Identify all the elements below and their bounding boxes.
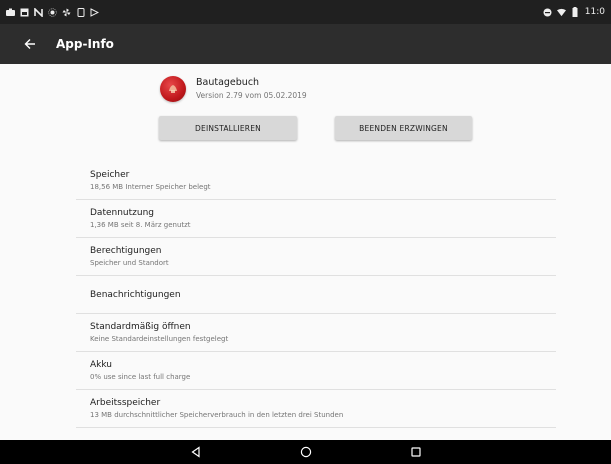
setting-title: Arbeitsspeicher — [90, 398, 161, 408]
setting-item-battery[interactable]: Akku 0% use since last full charge — [76, 352, 556, 390]
setting-item-memory[interactable]: Arbeitsspeicher 13 MB durchschnittlicher… — [76, 390, 556, 428]
setting-item-open-by-default[interactable]: Standardmäßig öffnen Keine Standardeinst… — [76, 314, 556, 352]
circle-home-icon — [300, 443, 312, 462]
n-icon — [34, 7, 43, 17]
setting-item-notifications[interactable]: Benachrichtigungen — [76, 276, 556, 314]
status-bar: 11:0 — [0, 0, 611, 24]
notification-icons — [6, 7, 99, 17]
back-button[interactable] — [10, 24, 50, 64]
battery-icon — [571, 7, 580, 17]
nav-recents-button[interactable] — [386, 440, 446, 464]
image-icon — [20, 8, 29, 17]
app-logo-icon — [160, 76, 186, 102]
phone-icon — [76, 7, 85, 17]
navigation-bar — [0, 440, 611, 464]
app-name: Bautagebuch — [196, 77, 260, 88]
page-title: App-Info — [56, 37, 114, 51]
settings-list: Speicher 18,56 MB Interner Speicher bele… — [76, 162, 556, 428]
setting-item-storage[interactable]: Speicher 18,56 MB Interner Speicher bele… — [76, 162, 556, 200]
setting-subtitle: 18,56 MB Interner Speicher belegt — [90, 183, 211, 191]
uninstall-button[interactable]: DEINSTALLIEREN — [159, 116, 297, 140]
app-bar: App-Info — [0, 24, 611, 64]
system-icons: 11:0 — [543, 7, 605, 17]
nav-back-button[interactable] — [166, 440, 226, 464]
setting-subtitle: 0% use since last full charge — [90, 373, 191, 381]
app-version: Version 2.79 vom 05.02.2019 — [196, 91, 307, 100]
brightness-icon — [48, 7, 57, 17]
play-icon — [90, 7, 99, 17]
triangle-back-icon — [190, 443, 202, 462]
camera-icon — [6, 8, 15, 17]
setting-subtitle: Speicher und Standort — [90, 259, 169, 267]
setting-subtitle: Keine Standardeinstellungen festgelegt — [90, 335, 229, 343]
setting-title: Benachrichtigungen — [90, 289, 181, 300]
setting-subtitle: 13 MB durchschnittlicher Speicherverbrau… — [90, 411, 344, 419]
setting-subtitle: 1,36 MB seit 8. März genutzt — [90, 221, 191, 229]
minus-circle-icon — [543, 8, 552, 17]
arrow-left-icon — [24, 35, 36, 54]
status-time: 11:0 — [584, 7, 605, 17]
app-header: Bautagebuch Version 2.79 vom 05.02.2019 — [160, 76, 307, 102]
app-info-content[interactable]: Bautagebuch Version 2.79 vom 05.02.2019 … — [0, 64, 611, 440]
nav-home-button[interactable] — [276, 440, 336, 464]
setting-title: Akku — [90, 360, 113, 370]
square-recents-icon — [410, 443, 422, 462]
setting-item-permissions[interactable]: Berechtigungen Speicher und Standort — [76, 238, 556, 276]
setting-title: Speicher — [90, 170, 130, 180]
setting-title: Berechtigungen — [90, 246, 162, 256]
setting-item-data-usage[interactable]: Datennutzung 1,36 MB seit 8. März genutz… — [76, 200, 556, 238]
wifi-icon — [556, 8, 566, 17]
force-stop-button[interactable]: BEENDEN ERZWINGEN — [335, 116, 472, 140]
setting-title: Standardmäßig öffnen — [90, 322, 191, 332]
pinwheel-icon — [62, 8, 71, 17]
setting-title: Datennutzung — [90, 208, 154, 218]
